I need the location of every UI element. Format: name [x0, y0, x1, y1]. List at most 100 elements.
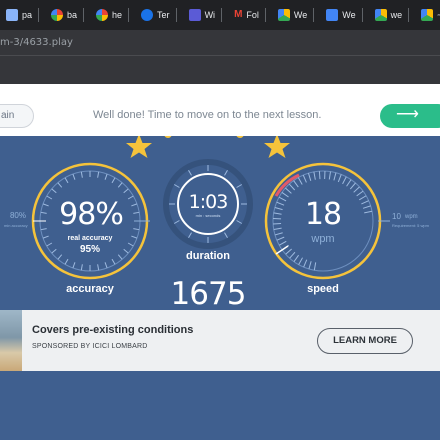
gauge-tick: [313, 262, 317, 271]
gauge-tick: [298, 257, 303, 265]
gauge-tick: [276, 201, 285, 206]
sponsored-ad: Covers pre-existing conditions SPONSORED…: [0, 310, 440, 371]
gauge-tick: [72, 262, 76, 269]
gauge-tick: [353, 186, 360, 193]
tab-label: Fol: [246, 10, 259, 20]
gauge-tick: [104, 173, 108, 180]
gauge-tick: [188, 232, 192, 239]
accuracy-label: accuracy: [66, 283, 114, 295]
browser-tab[interactable]: We: [320, 0, 368, 30]
gauge-tick: [318, 171, 321, 180]
gauge-tick: [97, 171, 100, 178]
url-text: m-3/4633.play: [0, 37, 73, 48]
gauge-tick: [293, 180, 299, 188]
gauge-tick: [308, 261, 312, 270]
tab-label: ba: [67, 10, 78, 20]
gauge-tick: [337, 174, 342, 183]
google-icon: [51, 9, 64, 21]
results-panel: 80% min accuracy 98% real accuracy 95% a…: [0, 136, 440, 310]
browser-tab[interactable]: We: [272, 0, 320, 30]
ad-title: Covers pre-existing conditions: [32, 324, 194, 336]
tab-label: we: [390, 10, 403, 20]
video-icon: [188, 9, 201, 21]
browser-tab[interactable]: ba: [45, 0, 90, 30]
star-icon: [264, 136, 290, 158]
real-accuracy-label: real accuracy: [67, 235, 113, 242]
tab-label: he: [112, 10, 123, 20]
next-lesson-button[interactable]: ⟶: [380, 104, 440, 128]
gauge-tick: [274, 232, 283, 236]
gauge-tick: [188, 169, 192, 176]
gauge-tick: [173, 220, 180, 224]
toolbar-area: [0, 55, 440, 84]
gauge-tick: [80, 264, 83, 271]
gauge-tick: [72, 173, 76, 180]
browser-tab-strip: pa ba he Ter Wi MFol We We we ~$ W: [0, 0, 440, 30]
duration-value: 1:03: [188, 191, 229, 213]
gauge-tick: [131, 203, 138, 207]
gauge-tick: [307, 173, 312, 181]
gauge-tick: [40, 228, 47, 231]
duration-label: duration: [186, 250, 230, 262]
address-bar[interactable]: m-3/4633.play: [0, 30, 440, 55]
gauge-tick: [349, 182, 356, 190]
gauge-tick: [133, 228, 140, 231]
gauge-tick: [46, 242, 53, 247]
gauge-tick: [293, 254, 300, 262]
ad-sponsor: SPONSORED BY ICICI LOMBARD: [32, 343, 148, 350]
browser-tab[interactable]: Wi: [183, 0, 229, 30]
gauge-tick: [236, 220, 243, 224]
gauge-tick: [224, 232, 228, 239]
tab-label: We: [342, 10, 356, 20]
gauge-tick: [364, 210, 373, 214]
gauge-tick: [40, 211, 47, 214]
browser-tab[interactable]: M Fol: [228, 0, 272, 30]
gauge-tick: [173, 184, 180, 188]
gauge-tick: [117, 254, 123, 260]
gauge-tick: [97, 264, 100, 271]
gauge-tick: [303, 259, 308, 268]
tab-label: Wi: [204, 10, 216, 20]
gauge-tick: [104, 262, 108, 269]
tab-label: We: [293, 10, 308, 20]
gauge-tick: [273, 227, 282, 231]
try-again-button[interactable]: ain: [0, 104, 34, 128]
real-accuracy-value: 95%: [79, 244, 100, 255]
gauge-tick: [346, 179, 352, 187]
gauge-tick: [80, 171, 83, 178]
gauge-tick: [127, 242, 134, 247]
ad-image: [0, 310, 22, 371]
gauge-tick: [289, 251, 296, 259]
gauge-tick: [285, 248, 292, 255]
arrow-right-icon: ⟶: [396, 106, 419, 123]
gauge-tick: [279, 240, 287, 246]
gauge-tick: [236, 184, 243, 188]
gauge-tick: [278, 196, 287, 202]
browser-tab[interactable]: ~$: [415, 0, 440, 30]
speed-unit: wpm: [311, 233, 335, 245]
speed-requirement-value: 10: [392, 212, 401, 221]
lesson-message: Well done! Time to move on to the next l…: [93, 109, 322, 121]
gauge-tick: [313, 171, 316, 180]
drive-icon: [277, 9, 290, 21]
gauge-tick: [281, 192, 289, 198]
gauge-tick: [51, 188, 57, 194]
learn-more-button[interactable]: LEARN MORE: [317, 328, 413, 354]
gmail-icon: M: [234, 9, 243, 20]
gauge-tick: [131, 235, 138, 239]
page-background: [0, 371, 440, 440]
gauge-tick: [361, 200, 369, 205]
gauge-tick: [273, 212, 282, 215]
web-icon: [141, 9, 154, 21]
browser-tab[interactable]: he: [90, 0, 135, 30]
page-icon: [6, 9, 18, 21]
gauge-tick: [123, 188, 129, 194]
browser-tab[interactable]: we: [369, 0, 416, 30]
gauge-tick: [274, 206, 283, 211]
gauge-tick: [333, 172, 337, 181]
gauge-tick: [288, 183, 296, 191]
browser-tab[interactable]: pa: [0, 0, 45, 30]
gauge-tick: [358, 195, 367, 201]
docs-icon: [326, 9, 339, 21]
browser-tab[interactable]: Ter: [135, 0, 183, 30]
